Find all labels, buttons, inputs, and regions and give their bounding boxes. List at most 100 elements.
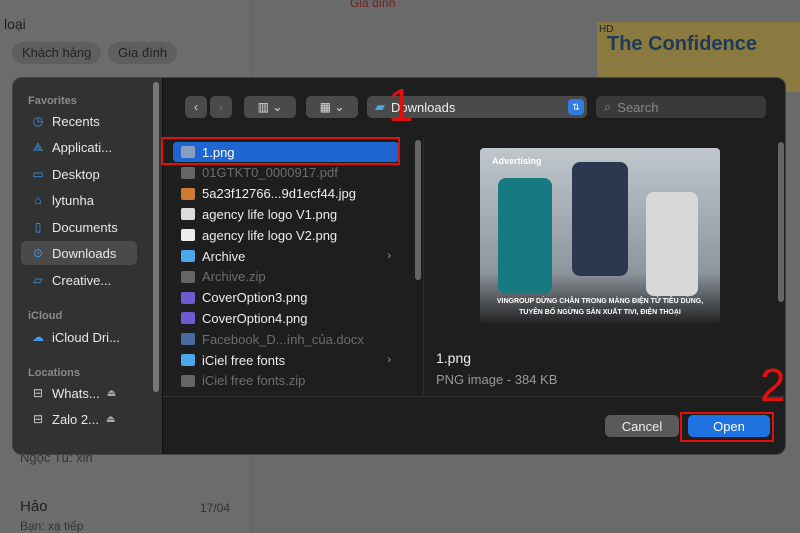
- caption-line: TUYÊN BỐ NGỪNG SẢN XUẤT TIVI, ĐIỆN THOẠI: [519, 309, 681, 316]
- preview-image: Advertising VINGROUP DỪNG CHÂN TRONG MẢN…: [480, 148, 720, 324]
- sidebar-item-label: Documents: [52, 219, 118, 235]
- file-name: 5a23f12766...9d1ecf44.jpg: [202, 186, 356, 202]
- preview-fileinfo: PNG image - 384 KB: [436, 372, 558, 387]
- favorites-heading: Favorites: [28, 95, 77, 107]
- sidebar-item-zalo[interactable]: ⊟ Zalo 2... ⏏: [21, 407, 137, 431]
- file-name: iCiel free fonts.zip: [202, 373, 306, 389]
- annotation-step-1: 1: [388, 79, 414, 131]
- home-icon: ⌂: [34, 193, 42, 207]
- eject-icon[interactable]: ⏏: [106, 414, 115, 425]
- icloud-heading: iCloud: [28, 310, 63, 322]
- sidebar-item-desktop[interactable]: ▭ Desktop: [21, 162, 137, 186]
- columns-icon: ▥: [257, 100, 269, 114]
- sidebar-item-creative[interactable]: ▱ Creative...: [21, 268, 137, 292]
- chat-name[interactable]: Hảo: [20, 498, 48, 515]
- chat-message: Bạn: xạ tiếp: [20, 519, 84, 533]
- back-button[interactable]: ‹: [185, 96, 207, 118]
- file-row[interactable]: agency life logo V2.png: [173, 225, 399, 245]
- chevron-right-icon: ›: [387, 354, 391, 366]
- file-name: Archive: [202, 248, 246, 264]
- chip-customers[interactable]: Khách hàng: [12, 42, 102, 64]
- sidebar-scrollbar[interactable]: [153, 82, 159, 392]
- file-name: CoverOption4.png: [202, 310, 308, 326]
- chevron-down-icon: ⌄: [334, 100, 345, 114]
- file-icon: [181, 208, 195, 221]
- caption-line: VINGROUP DỪNG CHÂN TRONG MẢNG ĐIỆN TỬ TI…: [496, 298, 704, 305]
- group-button[interactable]: ▦ ⌄: [306, 96, 358, 118]
- view-mode-button[interactable]: ▥ ⌄: [244, 96, 296, 118]
- file-name: Archive.zip: [202, 269, 266, 285]
- preview-filename: 1.png: [436, 350, 472, 366]
- file-row[interactable]: CoverOption4.png: [173, 308, 399, 328]
- file-icon: [181, 166, 195, 179]
- preview-caption: VINGROUP DỪNG CHÂN TRONG MẢNG ĐIỆN TỬ TI…: [480, 296, 720, 318]
- chip-family[interactable]: Gia đình: [108, 42, 178, 64]
- file-row[interactable]: iCiel free fonts.zip: [173, 371, 399, 391]
- sidebar-item-documents[interactable]: ▯ Documents: [21, 215, 137, 239]
- folder-icon: [181, 354, 195, 366]
- annotation-box-open: [680, 412, 774, 442]
- brand-logo: Advertising: [492, 156, 542, 166]
- forward-button[interactable]: ›: [210, 96, 232, 118]
- download-icon: ⊙: [32, 246, 44, 260]
- search-field[interactable]: ⌕ Search: [596, 96, 766, 118]
- sidebar-item-home[interactable]: ⌂ lytunha: [21, 188, 137, 212]
- folder-icon: ▰: [375, 99, 385, 114]
- sidebar-item-label: Recents: [52, 113, 100, 129]
- preview-pane: Advertising VINGROUP DỪNG CHÂN TRONG MẢN…: [423, 138, 785, 396]
- chevron-down-icon: ⌄: [272, 100, 283, 114]
- search-placeholder: Search: [617, 99, 659, 115]
- clock-icon: ◷: [32, 114, 44, 128]
- sidebar-item-whatsapp[interactable]: ⊟ Whats... ⏏: [21, 381, 137, 405]
- sidebar-item-label: Applicati...: [52, 139, 112, 155]
- file-icon: [181, 312, 195, 325]
- folder-icon: ▱: [33, 273, 43, 287]
- chevron-right-icon: ›: [219, 100, 223, 114]
- phone-white: [646, 192, 698, 296]
- phone-navy: [572, 162, 628, 276]
- eject-icon[interactable]: ⏏: [107, 388, 116, 399]
- sidebar-item-icloud-drive[interactable]: ☁ iCloud Dri...: [21, 325, 137, 349]
- file-row[interactable]: agency life logo V1.png: [173, 204, 399, 224]
- document-icon: ▯: [34, 220, 42, 234]
- sidebar-item-applications[interactable]: ⟁ Applicati...: [21, 135, 137, 159]
- chevron-left-icon: ‹: [194, 100, 198, 114]
- phone-teal: [498, 178, 552, 294]
- folder-row[interactable]: iCiel free fonts ›: [173, 350, 399, 370]
- annotation-box-file: [161, 137, 400, 165]
- sidebar-item-downloads[interactable]: ⊙ Downloads: [21, 241, 137, 265]
- open-file-dialog: Favorites ◷ Recents ⟁ Applicati... ▭ Deskto…: [12, 77, 786, 455]
- sidebar-item-recents[interactable]: ◷ Recents: [21, 109, 137, 133]
- preview-scrollbar[interactable]: [778, 142, 784, 302]
- sidebar-item-label: Creative...: [52, 272, 112, 288]
- chat-date: 17/04: [200, 501, 231, 515]
- ad-text: The Confidence: [607, 33, 758, 55]
- locations-heading: Locations: [28, 367, 80, 379]
- cancel-button[interactable]: Cancel: [605, 415, 679, 437]
- folder-row[interactable]: Archive ›: [173, 246, 399, 266]
- sidebar: Favorites ◷ Recents ⟁ Applicati... ▭ Deskto…: [13, 78, 163, 454]
- sidebar-item-label: iCloud Dri...: [52, 329, 120, 345]
- file-icon: [181, 270, 195, 283]
- file-icon: [181, 229, 195, 242]
- file-list: 1.png 01GTKT0_0000917.pdf 5a23f12766...9d1…: [165, 138, 413, 396]
- file-row[interactable]: 5a23f12766...9d1ecf44.jpg: [173, 184, 399, 204]
- sidebar-item-label: Desktop: [52, 166, 100, 182]
- sidebar-item-label: Whats...: [52, 385, 100, 401]
- updown-chevron-icon: ⇅: [568, 99, 584, 115]
- file-row[interactable]: CoverOption3.png: [173, 288, 399, 308]
- file-icon: [181, 291, 195, 304]
- drive-icon: ⊟: [32, 386, 44, 400]
- sidebar-item-label: Downloads: [52, 245, 117, 261]
- file-row[interactable]: Archive.zip: [173, 267, 399, 287]
- file-icon: [181, 374, 195, 387]
- file-row[interactable]: Facebook_D...ính_của.docx: [173, 329, 399, 349]
- sidebar-item-label: Zalo 2...: [52, 411, 99, 427]
- file-name: agency life logo V1.png: [202, 206, 338, 222]
- file-row[interactable]: 01GTKT0_0000917.pdf: [173, 163, 399, 183]
- desktop-icon: ▭: [32, 167, 44, 181]
- file-icon: [181, 333, 195, 346]
- file-list-scrollbar[interactable]: [415, 140, 421, 280]
- file-name: agency life logo V2.png: [202, 227, 338, 243]
- file-icon: [181, 187, 195, 200]
